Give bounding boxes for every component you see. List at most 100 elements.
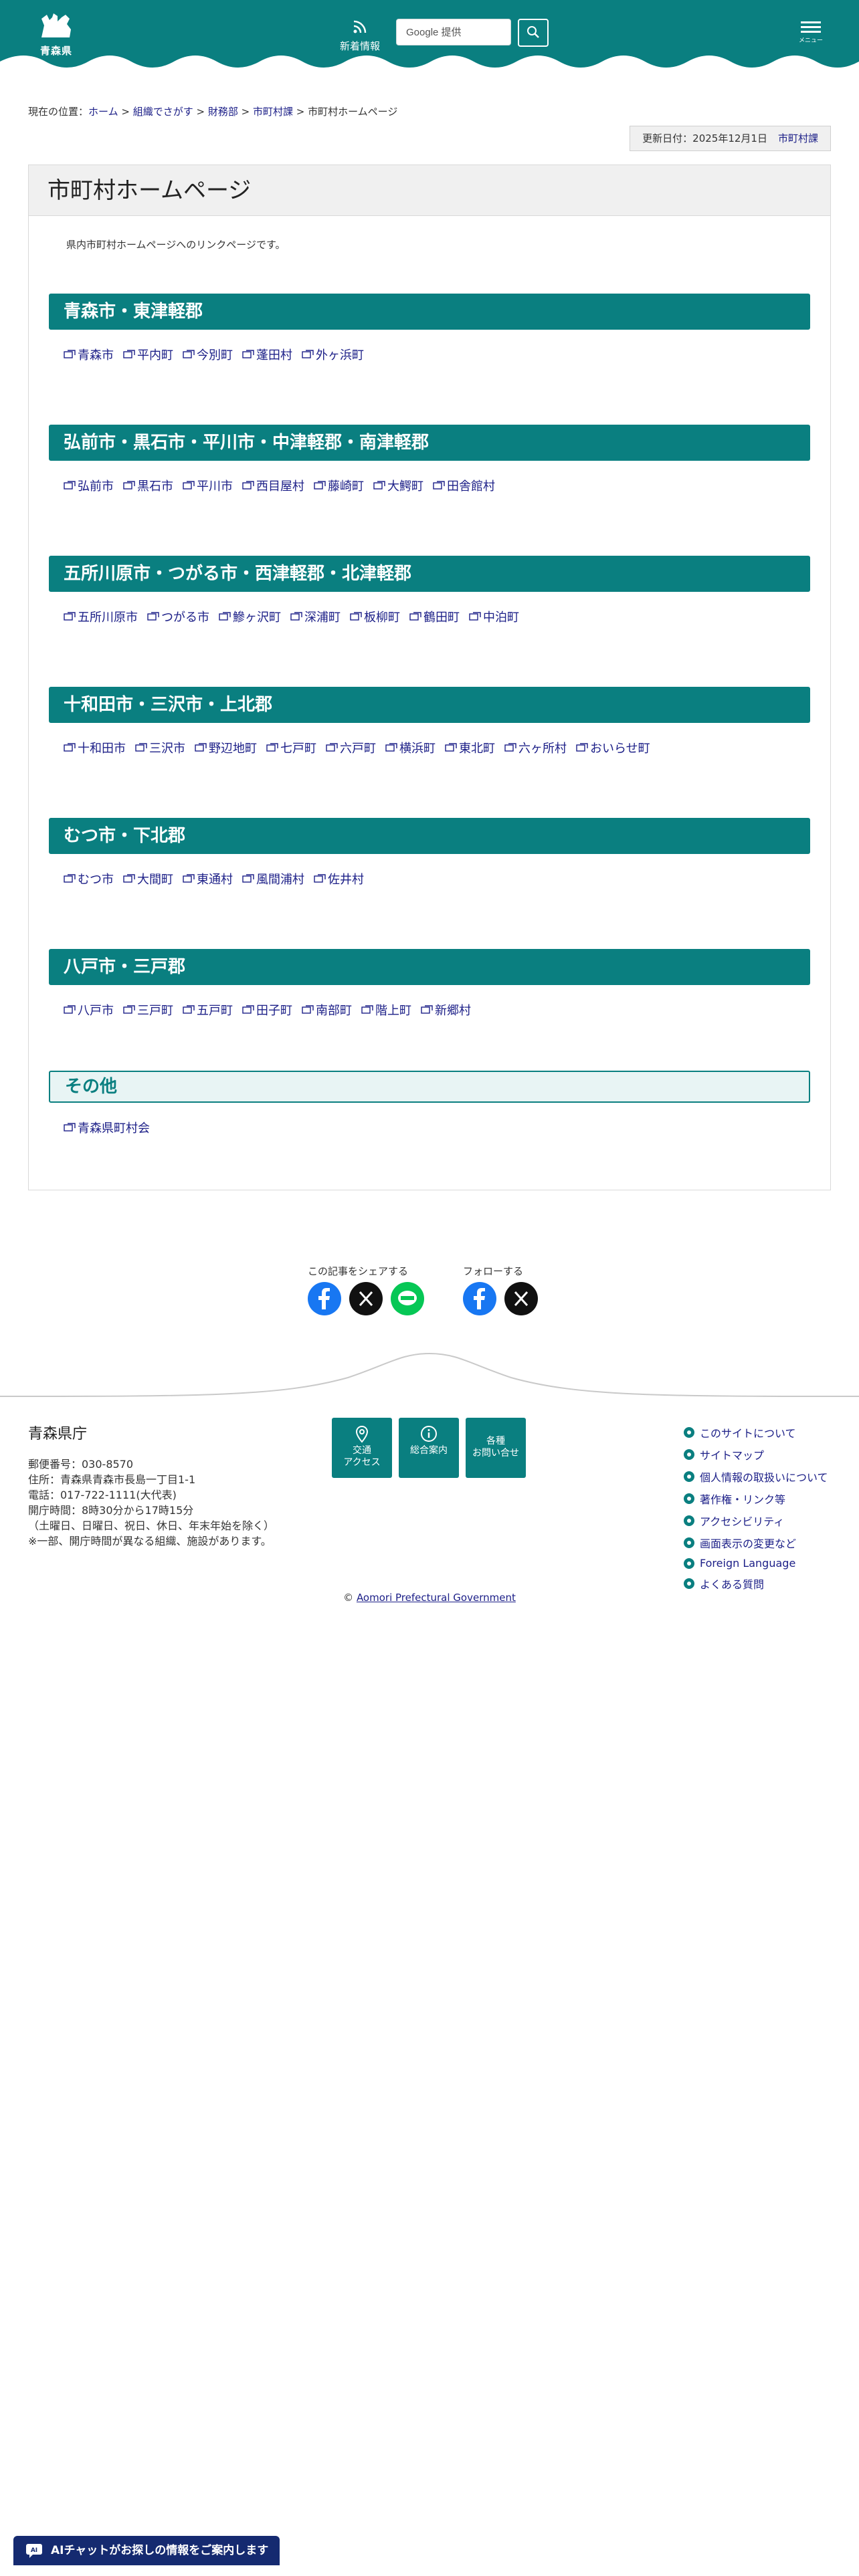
menu-label: メニュー [798, 37, 823, 44]
municipality-link[interactable]: 田舎館村 [433, 477, 495, 494]
municipality-link[interactable]: 十和田市 [64, 739, 126, 756]
municipality-link[interactable]: 七戸町 [266, 739, 316, 756]
municipality-link[interactable]: 六戸町 [326, 739, 376, 756]
municipality-link[interactable]: 西目屋村 [242, 477, 304, 494]
municipality-link[interactable]: 蓬田村 [242, 346, 292, 363]
municipality-link[interactable]: 南部町 [302, 1001, 352, 1018]
municipality-link[interactable]: 平内町 [123, 346, 173, 363]
municipality-link[interactable]: 板柳町 [350, 608, 400, 625]
municipality-name: 平内町 [137, 348, 173, 362]
external-window-icon [64, 1005, 76, 1014]
ai-chat-label: AIチャットがお探しの情報をご案内します ▼ [51, 2544, 269, 2576]
share-line-icon[interactable] [391, 1282, 424, 1315]
dept-link[interactable]: 市町村課 [778, 132, 818, 144]
logo-text: 青森県 [39, 45, 72, 57]
municipality-name: 藤崎町 [328, 479, 364, 494]
external-window-icon [302, 350, 314, 358]
copyright-link[interactable]: Aomori Prefectural Government [357, 1592, 516, 1604]
guide-label: 総合案内 [410, 1445, 448, 1456]
info-icon [421, 1426, 437, 1442]
footer-link-item: 著作権・リンク等 [684, 1491, 828, 1507]
breadcrumb-finance[interactable]: 財務部 [208, 106, 238, 118]
municipality-link[interactable]: 三戸町 [123, 1001, 173, 1018]
search-button[interactable] [518, 19, 549, 47]
breadcrumb-municipal[interactable]: 市町村課 [253, 106, 293, 118]
municipality-link[interactable]: 鰺ヶ沢町 [219, 608, 281, 625]
breadcrumb-home[interactable]: ホーム [88, 106, 118, 118]
breadcrumb-organization[interactable]: 組織でさがす [133, 106, 193, 118]
municipality-link[interactable]: 佐井村 [314, 870, 364, 887]
municipality-link[interactable]: 新郷村 [421, 1001, 471, 1018]
municipality-link[interactable]: 風間浦村 [242, 870, 304, 887]
footer-hours-exception: ※一部、開庁時間が異なる組織、施設があります。 [28, 1535, 272, 1547]
guide-button[interactable]: 総合案内 [399, 1418, 459, 1478]
external-window-icon [64, 1123, 76, 1132]
footer-link-faq[interactable]: よくある質問 [700, 1576, 764, 1592]
access-label-2: アクセス [343, 1457, 381, 1468]
updated-date-box: 更新日付：2025年12月1日 市町村課 [630, 126, 831, 151]
external-window-icon [469, 612, 481, 621]
share-facebook-icon[interactable] [308, 1282, 341, 1315]
search-input[interactable] [397, 19, 510, 45]
municipality-name: 五戸町 [197, 1004, 233, 1018]
municipality-link[interactable]: つがる市 [147, 608, 209, 625]
municipality-link[interactable]: 横浜町 [385, 739, 436, 756]
footer-link-accessibility[interactable]: アクセシビリティ [700, 1513, 784, 1529]
municipality-link[interactable]: 階上町 [361, 1001, 411, 1018]
access-button[interactable]: 交通 アクセス [332, 1418, 392, 1478]
municipality-link[interactable]: おいらせ町 [576, 739, 650, 756]
region-section: 八戸市・三戸郡 八戸市 三戸町 五戸町 田子町 南部町 階上町 新郷村 [49, 949, 810, 1018]
municipality-link[interactable]: 大間町 [123, 870, 173, 887]
region-section: その他 青森県町村会 [49, 1071, 810, 1136]
follow-x-icon[interactable] [504, 1282, 538, 1315]
municipality-link[interactable]: 野辺地町 [195, 739, 257, 756]
footer-link-about[interactable]: このサイトについて [700, 1424, 796, 1440]
contact-button[interactable]: 各種 お問い合せ [466, 1418, 526, 1478]
municipality-link[interactable]: 東通村 [183, 870, 233, 887]
news-link[interactable]: 新着情報 [335, 19, 385, 53]
municipality-link[interactable]: 八戸市 [64, 1001, 114, 1018]
footer-link-copyright[interactable]: 著作権・リンク等 [700, 1491, 785, 1507]
municipality-link[interactable]: 東北町 [445, 739, 495, 756]
footer-link-item: サイトマップ [684, 1446, 828, 1463]
municipality-link[interactable]: 藤崎町 [314, 477, 364, 494]
municipality-link[interactable]: 外ヶ浜町 [302, 346, 364, 363]
bullet-icon [684, 1449, 694, 1460]
footer-link-privacy[interactable]: 個人情報の取扱いについて [700, 1469, 828, 1485]
municipality-link[interactable]: 五戸町 [183, 1001, 233, 1018]
municipality-link[interactable]: 鶴田町 [409, 608, 460, 625]
municipality-link[interactable]: 青森県町村会 [64, 1119, 150, 1136]
external-window-icon [242, 874, 254, 883]
follow-label: フォローする [463, 1265, 524, 1277]
site-logo-link[interactable]: 青森県 [35, 12, 78, 57]
municipality-link[interactable]: 弘前市 [64, 477, 114, 494]
menu-button[interactable]: メニュー [795, 19, 827, 51]
municipality-link[interactable]: 中泊町 [469, 608, 519, 625]
intro-text: 県内市町村ホームページへのリンクページです。 [66, 239, 286, 251]
region-heading: 青森市・東津軽郡 [49, 294, 810, 330]
municipality-link[interactable]: むつ市 [64, 870, 114, 887]
external-window-icon [302, 1005, 314, 1014]
footer-link-display[interactable]: 画面表示の変更など [700, 1535, 796, 1551]
share-x-icon[interactable] [349, 1282, 383, 1315]
footer-link-item: Foreign Language [684, 1557, 828, 1570]
footer-hours-note: （土曜日、日曜日、祝日、休日、年末年始を除く） [28, 1519, 275, 1532]
breadcrumb: 現在の位置：ホーム > 組織でさがす > 財務部 > 市町村課 > 市町村ホーム… [28, 104, 397, 118]
ai-chat-bar[interactable]: AI AIチャットがお探しの情報をご案内します ▼ [13, 2536, 280, 2576]
external-window-icon [445, 743, 457, 752]
municipality-link[interactable]: 今別町 [183, 346, 233, 363]
municipality-link[interactable]: 大鰐町 [373, 477, 423, 494]
municipality-link[interactable]: 平川市 [183, 477, 233, 494]
municipality-link[interactable]: 深浦町 [290, 608, 341, 625]
follow-facebook-icon[interactable] [463, 1282, 496, 1315]
municipality-link[interactable]: 五所川原市 [64, 608, 138, 625]
footer-link-item: 個人情報の取扱いについて [684, 1469, 828, 1485]
footer-link-foreign[interactable]: Foreign Language [700, 1557, 795, 1570]
municipality-link[interactable]: 三沢市 [135, 739, 185, 756]
municipality-link[interactable]: 青森市 [64, 346, 114, 363]
external-window-icon [350, 612, 362, 621]
municipality-link[interactable]: 田子町 [242, 1001, 292, 1018]
footer-link-sitemap[interactable]: サイトマップ [700, 1446, 764, 1463]
municipality-link[interactable]: 黒石市 [123, 477, 173, 494]
municipality-link[interactable]: 六ヶ所村 [504, 739, 567, 756]
